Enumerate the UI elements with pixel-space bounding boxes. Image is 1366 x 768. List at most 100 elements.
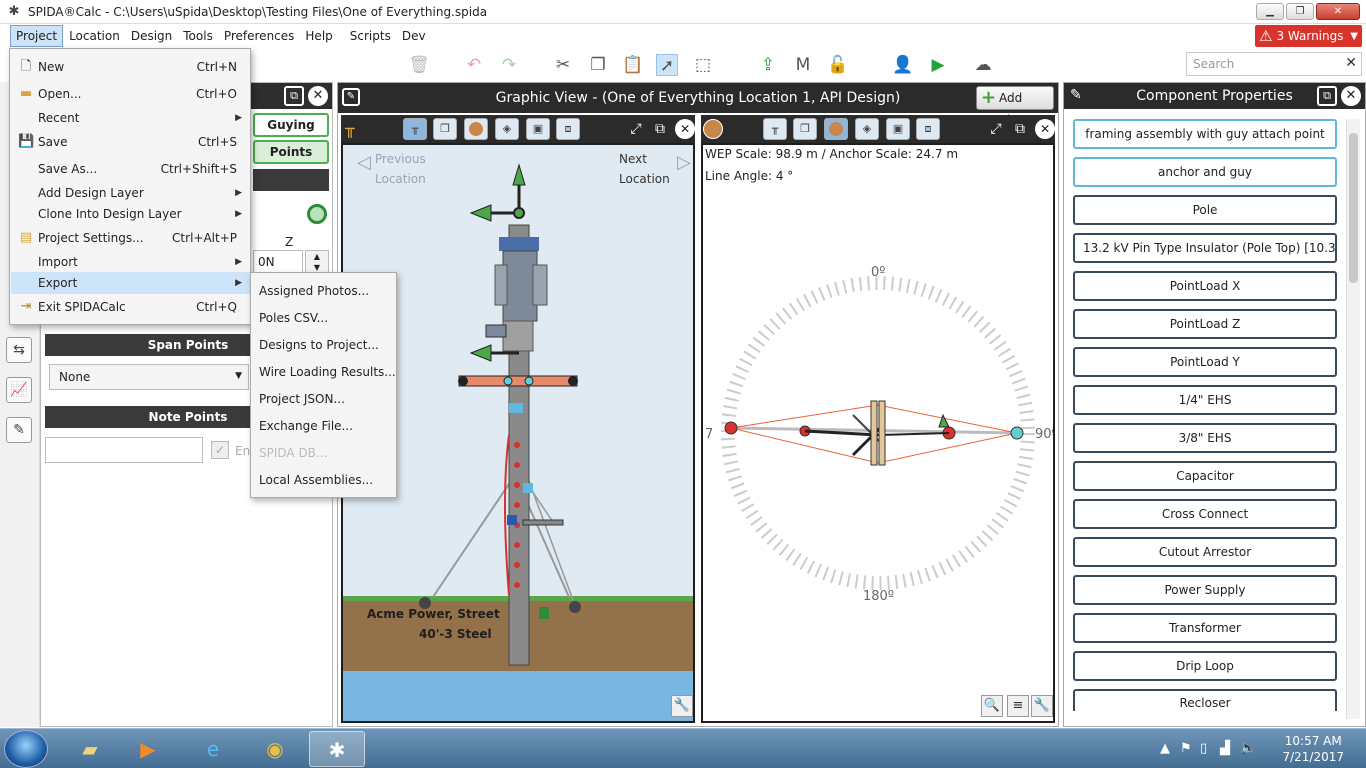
warnings-button[interactable]: ⚠ 3 Warnings ▼ <box>1255 25 1362 47</box>
swap-icon[interactable]: ⇆ <box>6 337 32 363</box>
redo-icon[interactable]: ↷ <box>498 54 520 76</box>
internet-explorer-icon[interactable]: e <box>185 731 241 767</box>
clock[interactable]: 10:57 AM 7/21/2017 <box>1282 733 1344 765</box>
component-item[interactable]: Power Supply <box>1073 575 1337 605</box>
component-item[interactable]: Transformer <box>1073 613 1337 643</box>
next-arrow-icon[interactable]: ▷ <box>677 153 691 173</box>
z-stepper[interactable]: ▲ ▼ <box>305 250 329 274</box>
search-input[interactable]: Search ✕ <box>1186 52 1362 76</box>
wrench-icon[interactable]: 🔧 <box>1031 695 1053 717</box>
file-explorer-icon[interactable]: ▰ <box>62 731 118 767</box>
menu-dev[interactable]: Dev <box>397 26 431 46</box>
view-mode-top-button[interactable] <box>464 118 488 140</box>
menu-project[interactable]: Project <box>10 25 64 47</box>
plan-view-canvas[interactable]: WEP Scale: 98.9 m / Anchor Scale: 24.7 m… <box>701 143 1055 723</box>
menu-location[interactable]: Location <box>64 26 125 46</box>
menu-scripts[interactable]: Scripts <box>345 26 396 46</box>
menu-help[interactable]: Help <box>300 26 337 46</box>
component-list-scrollbar[interactable] <box>1346 119 1360 719</box>
view-mode-chart-button[interactable]: ◈ <box>495 118 519 140</box>
export-exchange-file[interactable]: Exchange File... <box>252 414 396 438</box>
select-add-icon[interactable]: ➚ <box>656 54 678 76</box>
export-poles-csv[interactable]: Poles CSV... <box>252 306 396 330</box>
menu-preferences[interactable]: Preferences <box>219 26 300 46</box>
close-window-button[interactable]: ✕ <box>1316 3 1360 20</box>
clear-search-icon[interactable]: ✕ <box>1345 55 1357 71</box>
flag-icon[interactable]: ⚑ <box>1180 741 1192 756</box>
z-input[interactable]: 0N <box>253 250 303 274</box>
edit-icon[interactable]: ✎ <box>6 417 32 443</box>
start-button[interactable] <box>4 730 48 768</box>
previous-arrow-icon[interactable]: ◁ <box>357 153 371 173</box>
spidacalc-task-icon[interactable]: ✱ <box>309 731 365 767</box>
note-input[interactable] <box>45 437 203 463</box>
user-icon[interactable]: 👤 <box>892 54 914 76</box>
cloud-run-icon[interactable]: ☁ <box>966 54 1000 76</box>
view-mode-image-button[interactable]: ▣ <box>886 118 910 140</box>
view-mode-chart-button[interactable]: ◈ <box>855 118 879 140</box>
menu-item-save-as[interactable]: Save As... Ctrl+Shift+S <box>11 158 250 180</box>
popout-icon[interactable]: ⧉ <box>1010 119 1030 139</box>
export-local-assemblies[interactable]: Local Assemblies... <box>252 468 396 492</box>
guying-button[interactable]: Guying <box>253 113 329 137</box>
close-view-icon[interactable]: ✕ <box>675 119 695 139</box>
select-box-icon[interactable]: ⬚ <box>692 54 714 76</box>
m-tool-icon[interactable]: M <box>792 54 814 76</box>
menu-design[interactable]: Design <box>126 26 177 46</box>
expand-icon[interactable]: ⤢ <box>626 119 646 139</box>
scrollbar-thumb[interactable] <box>1349 133 1358 283</box>
expand-icon[interactable]: ⤢ <box>986 119 1006 139</box>
view-mode-photo-button[interactable]: ⧈ <box>916 118 940 140</box>
export-project-json[interactable]: Project JSON... <box>252 387 396 411</box>
run-analysis-icon[interactable]: ▶ <box>927 54 949 76</box>
menu-item-exit[interactable]: ⇥ Exit SPIDACalc Ctrl+Q <box>11 296 250 318</box>
component-item[interactable]: framing assembly with guy attach point <box>1073 119 1337 149</box>
volume-icon[interactable]: 🔈 <box>1240 741 1256 756</box>
view-mode-image-button[interactable]: ▣ <box>526 118 550 140</box>
close-panel-icon[interactable]: ✕ <box>1341 86 1361 106</box>
popout-icon[interactable]: ⧉ <box>650 119 670 139</box>
add-view-button[interactable]: + Add View <box>976 86 1054 127</box>
menu-item-save[interactable]: 💾 Save Ctrl+S <box>11 131 250 153</box>
component-item[interactable]: 1/4" EHS <box>1073 385 1337 415</box>
component-item[interactable]: Recloser <box>1073 689 1337 711</box>
export-designs-to-project[interactable]: Designs to Project... <box>252 333 396 357</box>
restore-button[interactable]: ❐ <box>1286 3 1314 20</box>
component-item[interactable]: PointLoad Z <box>1073 309 1337 339</box>
unlock-icon[interactable]: 🔓 <box>827 54 849 76</box>
view-mode-box-button[interactable]: ❐ <box>433 118 457 140</box>
previous-location-link[interactable]: Previous Location <box>375 149 426 189</box>
export-assigned-photos[interactable]: Assigned Photos... <box>252 279 396 303</box>
wrench-icon[interactable]: 🔧 <box>671 695 693 717</box>
menu-item-new[interactable]: 🗋 New Ctrl+N <box>11 56 250 78</box>
component-item[interactable]: Cross Connect <box>1073 499 1337 529</box>
menu-item-export[interactable]: Export ▶ <box>11 272 250 294</box>
note-checkbox[interactable]: ✓ <box>211 441 229 459</box>
chart-icon[interactable]: 📈 <box>6 377 32 403</box>
component-item[interactable]: 3/8" EHS <box>1073 423 1337 453</box>
undo-icon[interactable]: ↶ <box>463 54 485 76</box>
span-points-select[interactable]: None ▼ <box>49 364 249 390</box>
menu-tools[interactable]: Tools <box>178 26 218 46</box>
view-mode-photo-button[interactable]: ⧈ <box>556 118 580 140</box>
menu-item-open[interactable]: ▬ Open... Ctrl+O <box>11 83 250 105</box>
network-icon[interactable]: ▟ <box>1220 741 1230 756</box>
view-mode-top-button[interactable] <box>824 118 848 140</box>
component-item[interactable]: anchor and guy <box>1073 157 1337 187</box>
show-hidden-icons-icon[interactable]: ▲ <box>1160 741 1170 756</box>
delete-icon[interactable]: 🗑 <box>408 54 430 76</box>
close-panel-icon[interactable]: ✕ <box>308 86 328 106</box>
copy-icon[interactable]: ❐ <box>587 54 609 76</box>
zoom-icon[interactable]: 🔍 <box>981 695 1003 717</box>
close-view-icon[interactable]: ✕ <box>1035 119 1055 139</box>
menu-item-clone-design-layer[interactable]: Clone Into Design Layer ▶ <box>11 203 250 225</box>
target-icon[interactable] <box>307 204 327 224</box>
component-item[interactable]: Pole <box>1073 195 1337 225</box>
view-mode-pole-button[interactable]: ╥ <box>403 118 427 140</box>
next-location-link[interactable]: Next Location <box>619 149 670 189</box>
component-item[interactable]: PointLoad Y <box>1073 347 1337 377</box>
menu-item-project-settings[interactable]: ▤ Project Settings... Ctrl+Alt+P <box>11 227 250 249</box>
component-item[interactable]: Cutout Arrestor <box>1073 537 1337 567</box>
upload-icon[interactable]: ⇪ <box>757 54 779 76</box>
popout-icon[interactable]: ⧉ <box>1317 86 1337 106</box>
